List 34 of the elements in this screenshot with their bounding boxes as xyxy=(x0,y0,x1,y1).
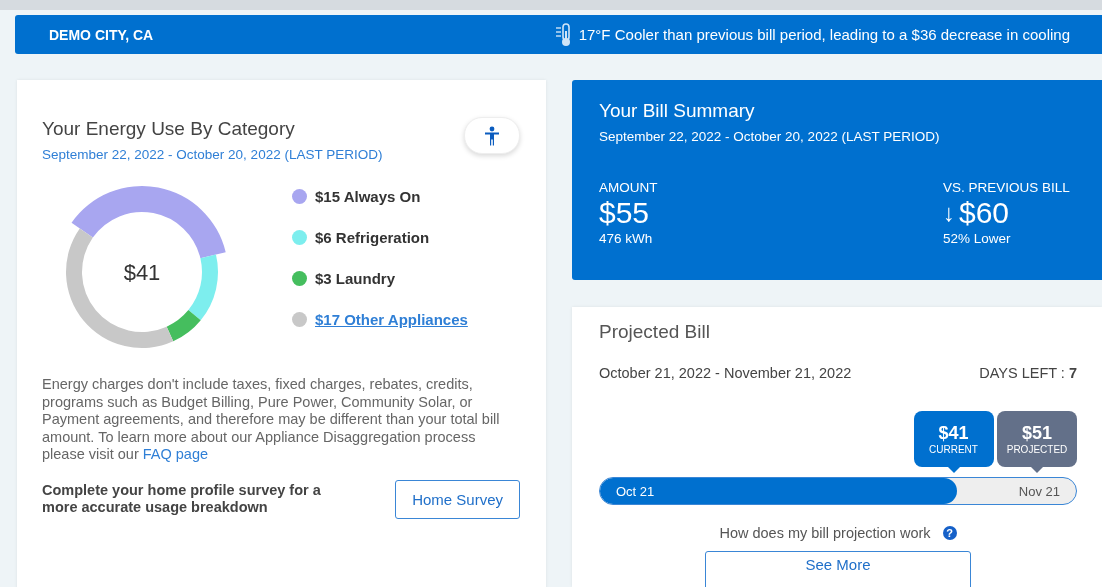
card-title: Your Energy Use By Category xyxy=(42,118,296,140)
legend-label: $6 Refrigeration xyxy=(315,229,430,246)
survey-prompt: Complete your home profile survey for a more accurate usage breakdown xyxy=(42,482,322,516)
help-text: How does my bill projection work xyxy=(719,525,931,541)
end-date: Nov 21 xyxy=(1018,483,1060,499)
comparison-label: VS. PREVIOUS BILL xyxy=(943,180,1071,195)
pointer-icon xyxy=(1031,467,1043,473)
location-label: DEMO CITY, CA xyxy=(49,26,154,43)
faq-link[interactable]: FAQ page xyxy=(142,446,209,462)
usage-value: 476 kWh xyxy=(599,231,654,246)
home-survey-button[interactable]: Home Survey xyxy=(395,479,520,519)
legend-link[interactable]: $17 Other Appliances xyxy=(315,311,468,328)
card-title: Projected Bill xyxy=(599,321,711,343)
accessibility-icon xyxy=(484,125,500,146)
legend-label: $3 Laundry xyxy=(315,270,396,287)
accessibility-button[interactable] xyxy=(464,117,520,154)
period-label: September 22, 2022 - October 20, 2022 (LAST PERIOD) xyxy=(42,147,383,162)
see-more-button[interactable]: See More xyxy=(705,551,971,587)
days-left-label: DAYS LEFT : 7 xyxy=(979,365,1077,381)
start-date: Oct 21 xyxy=(616,483,655,499)
comparison-note: 52% Lower xyxy=(943,231,1012,246)
down-arrow-icon: ↓ xyxy=(943,199,955,227)
donut-total: $41 xyxy=(122,260,162,286)
legend-label: $15 Always On xyxy=(315,188,421,205)
pointer-icon xyxy=(947,467,960,473)
amount-value: $55 xyxy=(599,195,651,231)
period-label: October 21, 2022 - November 21, 2022 xyxy=(599,365,852,381)
period-label: September 22, 2022 - October 20, 2022 (LAST PERIOD) xyxy=(599,129,941,144)
disclaimer-text: Energy charges don't include taxes, fixed charges, rebates, credits, programs such as Budget Billing, Pure Power, Community Solar, or Payment agreements, and therefore may be different than your total bill amount. To learn more about our Appliance Disaggregation process please visit our FAQ page xyxy=(42,376,501,464)
help-icon[interactable]: ? xyxy=(942,526,957,540)
amount-label: AMOUNT xyxy=(599,180,658,195)
comparison-value: $60 xyxy=(959,195,1010,231)
card-title: Your Bill Summary xyxy=(599,100,756,122)
weather-note: 17°F Cooler than previous bill period, leading to a $36 decrease in cooling xyxy=(578,26,1070,43)
